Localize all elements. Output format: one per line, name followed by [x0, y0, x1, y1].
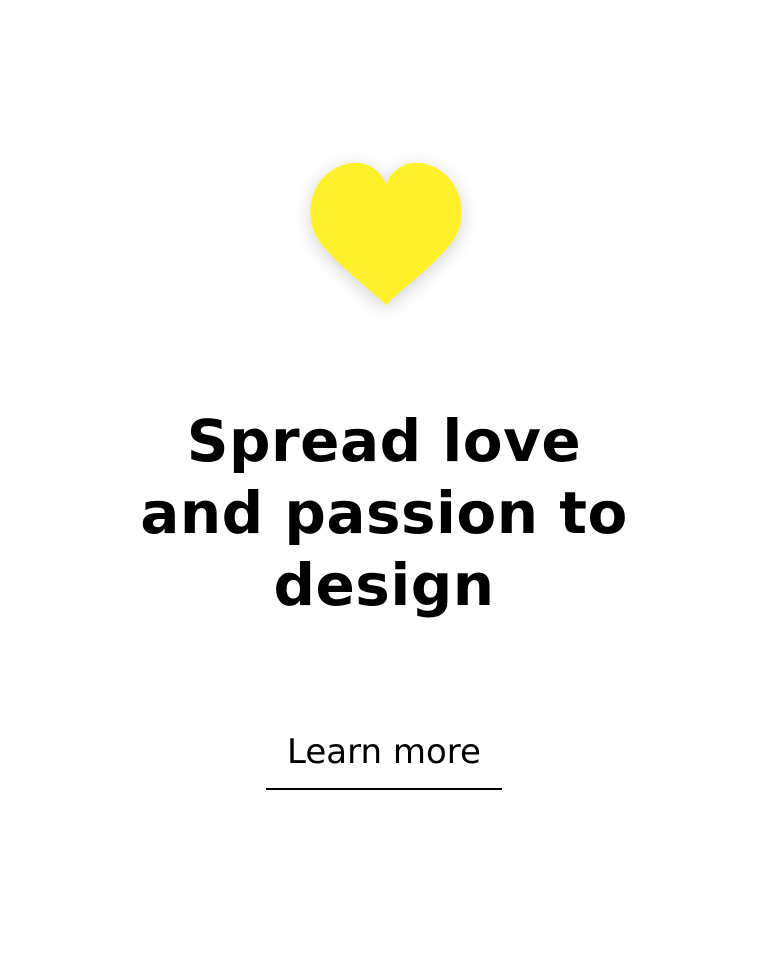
headline-line-3: design: [273, 551, 495, 619]
promo-card: Spread love and passion to design Learn …: [0, 0, 768, 960]
heart-icon: [296, 150, 476, 320]
headline: Spread love and passion to design: [64, 405, 704, 621]
headline-line-1: Spread love: [186, 407, 582, 475]
learn-more-link[interactable]: Learn more: [266, 726, 502, 790]
headline-line-2: and passion to: [140, 479, 628, 547]
